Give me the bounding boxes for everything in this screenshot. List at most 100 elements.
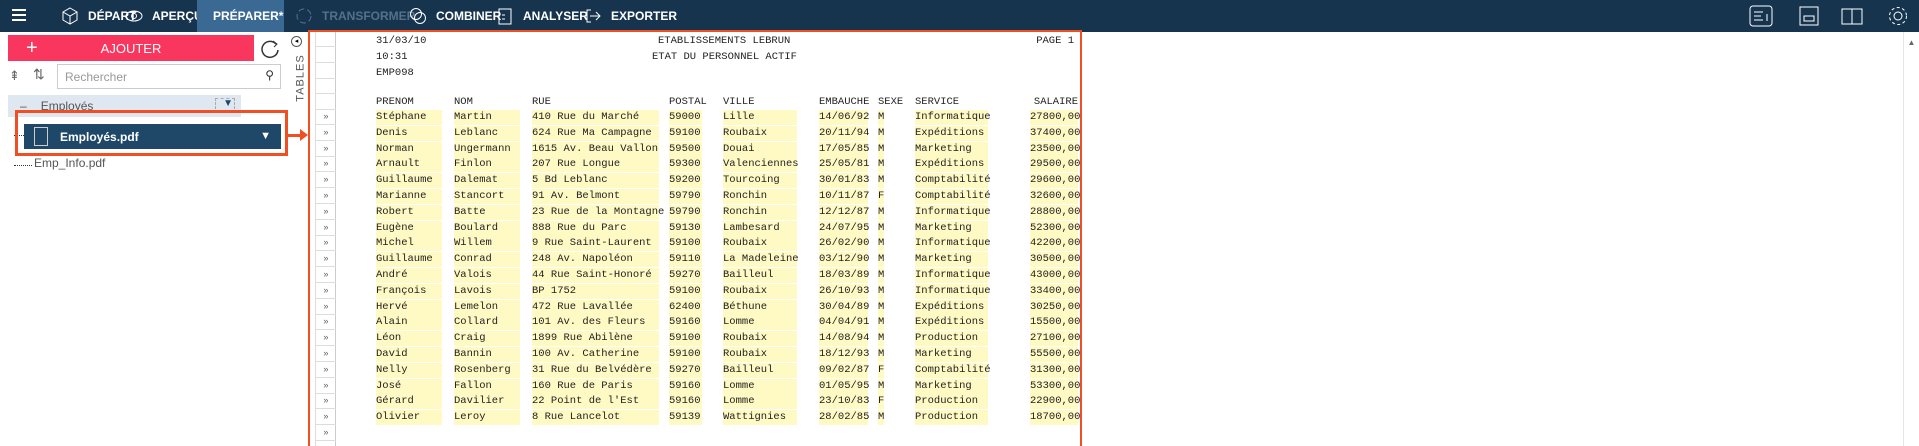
row-expand-button[interactable]: » <box>316 379 336 394</box>
cell-postal: 59000 <box>669 110 702 125</box>
cell-embauche: 30/04/89 <box>819 299 870 315</box>
cell-embauche: 30/01/83 <box>819 173 870 189</box>
cell-service: Expéditions <box>915 315 988 331</box>
cell-prenom: Olivier <box>376 410 442 426</box>
cell-ville: Wattignies <box>723 410 797 426</box>
row-expand-button[interactable]: » <box>316 268 336 283</box>
row-expand-button[interactable]: » <box>316 284 336 299</box>
cell-nom: Craig <box>454 331 520 347</box>
cell-salaire: 28800,00 <box>1030 204 1081 220</box>
row-expand-button[interactable]: » <box>316 363 336 378</box>
row-expand-button[interactable]: » <box>316 410 336 426</box>
scroll-up-icon[interactable]: ▲ <box>1904 38 1919 47</box>
scrollbar[interactable]: ▲ <box>1903 32 1919 446</box>
gutter-cell <box>316 79 336 95</box>
cell-nom: Stancort <box>454 189 520 204</box>
cell-sexe: M <box>878 347 885 362</box>
cell-rue: 44 Rue Saint-Honoré <box>532 268 659 283</box>
row-expand-button[interactable]: » <box>316 157 336 173</box>
tables-label[interactable]: TABLES <box>295 54 307 101</box>
info-list-icon[interactable] <box>1749 5 1773 27</box>
row-expand-button[interactable]: » <box>316 189 336 204</box>
sort-icon[interactable]: ⇅ <box>33 66 45 83</box>
menu-icon[interactable] <box>12 9 26 21</box>
cell-embauche: 01/05/95 <box>819 378 870 394</box>
cell-rue: 624 Rue Ma Campagne <box>532 125 659 141</box>
collapse-arrow-icon[interactable]: ◂ <box>291 36 302 47</box>
tables-panel-toggle[interactable]: ◂ TABLES <box>287 32 307 446</box>
cell-sexe: M <box>878 157 885 173</box>
cell-service: Informatique <box>915 283 991 299</box>
cell-service: Comptabilité <box>915 173 991 189</box>
cell-rue: 888 Rue du Parc <box>532 220 659 236</box>
cell-ville: Douai <box>723 141 797 157</box>
cell-nom: Fallon <box>454 378 520 394</box>
column-header-ville: VILLE <box>723 96 755 108</box>
tree-line <box>14 165 32 166</box>
row-expand-button[interactable]: » <box>316 347 336 362</box>
row-expand-button[interactable]: » <box>316 426 336 441</box>
cell-ville: Lomme <box>723 394 797 410</box>
help-book-icon[interactable] <box>1840 5 1864 27</box>
cell-salaire: 23500,00 <box>1030 141 1081 157</box>
row-expand-button[interactable]: » <box>316 142 336 157</box>
search-icon[interactable]: ⚲ <box>265 68 274 82</box>
cell-nom: Leblanc <box>454 125 520 141</box>
cell-service: Informatique <box>915 204 991 220</box>
cell-sexe: M <box>878 315 885 331</box>
tab-exporter[interactable]: EXPORTER <box>575 0 685 32</box>
cell-ville: Tourcoing <box>723 173 797 189</box>
row-expand-button[interactable]: » <box>316 315 336 331</box>
chevron-down-icon[interactable]: ▼ <box>223 98 233 109</box>
cell-postal: 59300 <box>669 157 702 173</box>
row-expand-button[interactable]: » <box>316 205 336 220</box>
gear-icon[interactable] <box>1886 5 1910 27</box>
cell-prenom: Michel <box>376 236 442 252</box>
refresh-icon[interactable] <box>260 38 280 60</box>
cell-sexe: M <box>878 268 885 283</box>
cell-postal: 59160 <box>669 315 702 331</box>
row-expand-button[interactable]: » <box>316 110 336 125</box>
row-expand-button[interactable]: » <box>316 126 336 141</box>
row-expand-button[interactable]: » <box>316 221 336 236</box>
cell-postal: 59139 <box>669 410 702 426</box>
row-expand-button[interactable]: » <box>316 252 336 268</box>
cell-prenom: Marianne <box>376 189 442 204</box>
row-expand-button[interactable]: » <box>316 173 336 189</box>
cell-rue: BP 1752 <box>532 283 659 299</box>
cell-rue: 91 Av. Belmont <box>532 189 659 204</box>
row-expand-button[interactable]: » <box>316 236 336 252</box>
cell-salaire: 33400,00 <box>1030 283 1081 299</box>
cell-nom: Valois <box>454 268 520 283</box>
cell-service: Expéditions <box>915 299 988 315</box>
cell-salaire: 31300,00 <box>1030 362 1081 378</box>
cell-salaire: 53300,00 <box>1030 378 1081 394</box>
expand-collapse-icon[interactable]: ⇞ <box>9 68 20 84</box>
row-expand-button[interactable]: » <box>316 442 336 446</box>
row-expand-button[interactable]: » <box>316 300 336 315</box>
tab-preparer[interactable]: PRÉPARER* <box>197 0 284 32</box>
report-time: 10:31 <box>376 51 408 63</box>
cell-rue: 248 Av. Napoléon <box>532 252 659 268</box>
search-input[interactable]: Rechercher ⚲ <box>57 64 281 89</box>
cell-postal: 59100 <box>669 125 702 141</box>
cell-rue: 100 Av. Catherine <box>532 347 659 362</box>
cell-salaire: 18700,00 <box>1030 410 1081 426</box>
add-button[interactable]: + AJOUTER <box>8 35 254 61</box>
cell-salaire: 22900,00 <box>1030 394 1081 410</box>
cell-embauche: 26/10/93 <box>819 283 870 299</box>
cell-service: Informatique <box>915 110 991 125</box>
cell-nom: Davilier <box>454 394 520 410</box>
cell-prenom: Alain <box>376 315 442 331</box>
row-expand-button[interactable]: » <box>316 331 336 347</box>
column-header-postal: POSTAL <box>669 96 707 108</box>
cell-ville: Roubaix <box>723 347 797 362</box>
cell-ville: Ronchin <box>723 204 797 220</box>
cell-postal: 59270 <box>669 362 702 378</box>
panel-toggle-icon[interactable] <box>1797 5 1821 27</box>
cell-rue: 5 Bd Leblanc <box>532 173 659 189</box>
file-emp-info-pdf[interactable]: Emp_Info.pdf <box>34 156 105 170</box>
cell-ville: Roubaix <box>723 125 797 141</box>
cell-service: Comptabilité <box>915 362 991 378</box>
row-expand-button[interactable]: » <box>316 394 336 410</box>
